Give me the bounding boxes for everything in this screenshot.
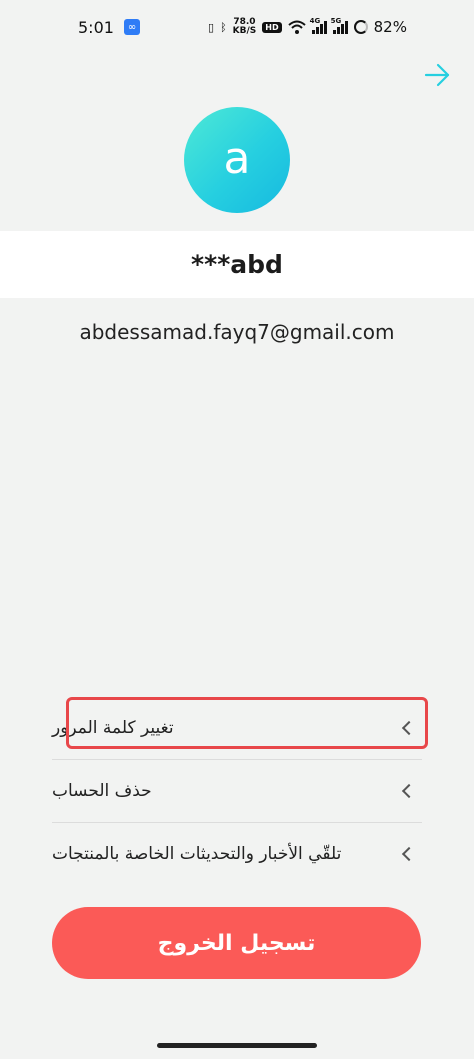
account-menu: تغيير كلمة المرور حذف الحساب تلقّي الأخب…: [52, 697, 422, 885]
app-notification-icon: ∞: [124, 19, 140, 35]
network-speed-unit: KB/S: [232, 26, 257, 36]
chevron-left-icon: [401, 720, 417, 736]
chevron-left-icon: [401, 783, 417, 799]
email-address: abdessamad.fayq7@gmail.com: [79, 320, 395, 344]
arrow-right-icon[interactable]: [422, 60, 452, 90]
username-band: ***abd: [0, 231, 474, 298]
chevron-left-icon: [401, 846, 417, 862]
menu-item-label: حذف الحساب: [52, 781, 152, 801]
battery-icon: [353, 20, 368, 34]
menu-item-label: تغيير كلمة المرور: [52, 718, 174, 738]
network-speed: 78.0 KB/S: [233, 18, 257, 36]
username: ***abd: [191, 250, 283, 279]
signal-4g-icon: 4G: [309, 17, 327, 34]
status-icons: ▯ ᛒ 78.0 KB/S HD 4G 5G 82%: [208, 16, 407, 38]
status-time: 5:01: [78, 18, 114, 37]
menu-item-newsletter[interactable]: تلقّي الأخبار والتحديثات الخاصة بالمنتجا…: [52, 823, 422, 885]
avatar-letter: a: [223, 132, 251, 184]
home-indicator[interactable]: [157, 1043, 317, 1048]
menu-item-label: تلقّي الأخبار والتحديثات الخاصة بالمنتجا…: [52, 844, 342, 864]
signal-5g-label: 5G: [330, 17, 342, 25]
logout-button[interactable]: تسجيل الخروج: [52, 907, 421, 979]
battery-percentage: 82%: [373, 18, 407, 36]
vibrate-icon: ▯: [208, 20, 215, 34]
hd-badge: HD: [262, 21, 282, 33]
status-bar: 5:01 ∞ ▯ ᛒ 78.0 KB/S HD 4G 5G 82%: [0, 0, 474, 56]
menu-item-change-password[interactable]: تغيير كلمة المرور: [52, 697, 422, 760]
signal-5g-icon: 5G: [330, 17, 348, 34]
wifi-icon: [287, 20, 306, 34]
bluetooth-icon: ᛒ: [220, 20, 227, 34]
signal-4g-label: 4G: [309, 17, 321, 25]
menu-item-delete-account[interactable]: حذف الحساب: [52, 760, 422, 823]
avatar: a: [184, 107, 290, 213]
